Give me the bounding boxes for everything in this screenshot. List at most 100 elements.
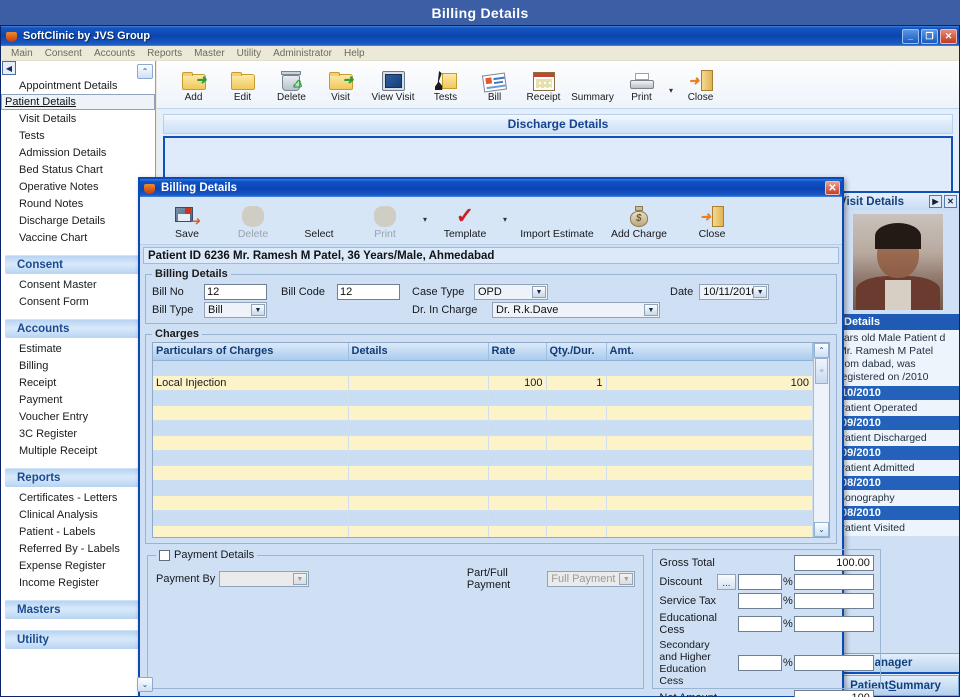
- sidebar-scroll-up-icon[interactable]: ⌃: [137, 64, 153, 79]
- toolbar-view-visit-button[interactable]: View Visit: [365, 64, 421, 103]
- menu-utility[interactable]: Utility: [231, 48, 267, 59]
- sidebar-item-round-notes[interactable]: Round Notes: [1, 195, 155, 212]
- import-estimate-button[interactable]: Import Estimate: [512, 199, 602, 240]
- toolbar-edit-button[interactable]: Edit: [218, 64, 267, 103]
- table-row[interactable]: [153, 405, 813, 420]
- secondary-cess-amount-input[interactable]: [794, 655, 874, 671]
- toolbar-visit-button[interactable]: ➜ Visit: [316, 64, 365, 103]
- charges-vertical-scrollbar[interactable]: ⌃ ≡ ⌄: [813, 343, 829, 537]
- table-row[interactable]: [153, 465, 813, 480]
- restore-button[interactable]: ❐: [921, 29, 938, 44]
- dialog-close-button[interactable]: ✕: [825, 181, 840, 195]
- bill-type-select[interactable]: Bill ▼: [204, 302, 267, 318]
- menu-help[interactable]: Help: [338, 48, 371, 59]
- column-header-amt[interactable]: Amt.: [606, 343, 813, 360]
- sidebar-item-estimate[interactable]: Estimate: [1, 340, 155, 357]
- sidebar-group-utility[interactable]: Utility: [5, 630, 151, 649]
- toolbar-bill-button[interactable]: Bill: [470, 64, 519, 103]
- column-header-qty-dur[interactable]: Qty./Dur.: [546, 343, 606, 360]
- menu-master[interactable]: Master: [188, 48, 231, 59]
- sidebar-item-consent-form[interactable]: Consent Form: [1, 293, 155, 310]
- chevron-down-icon[interactable]: ▼: [753, 286, 767, 298]
- add-charge-button[interactable]: $ Add Charge: [602, 199, 676, 240]
- table-row[interactable]: [153, 510, 813, 525]
- select-button[interactable]: Select: [286, 199, 352, 240]
- sidebar-scroll-down-icon[interactable]: ⌄: [137, 677, 153, 692]
- menu-reports[interactable]: Reports: [141, 48, 188, 59]
- visit-entry-event[interactable]: Sonography: [836, 490, 959, 506]
- column-header-rate[interactable]: Rate: [488, 343, 546, 360]
- case-type-select[interactable]: OPD ▼: [474, 284, 548, 300]
- toolbar-print-button[interactable]: Print: [617, 64, 666, 103]
- print-dropdown-icon[interactable]: ▾: [418, 199, 432, 224]
- service-tax-amount-input[interactable]: [794, 593, 874, 609]
- sidebar-item-receipt[interactable]: Receipt: [1, 374, 155, 391]
- toolbar-print-dropdown-icon[interactable]: ▾: [666, 64, 676, 104]
- chevron-down-icon[interactable]: ▼: [293, 573, 307, 585]
- sidebar-item-patient-details[interactable]: Patient Details: [1, 94, 155, 110]
- visit-entry-event[interactable]: Patient Admitted: [836, 460, 959, 476]
- table-row[interactable]: [153, 525, 813, 538]
- sidebar-item-clinical-analysis[interactable]: Clinical Analysis: [1, 506, 155, 523]
- sidebar-item-payment[interactable]: Payment: [1, 391, 155, 408]
- part-full-payment-select[interactable]: Full Payment ▼: [547, 571, 635, 587]
- chevron-down-icon[interactable]: ▼: [644, 304, 658, 316]
- save-button[interactable]: ➜ Save: [154, 199, 220, 240]
- visit-entry-event[interactable]: Patient Operated: [836, 400, 959, 416]
- sidebar-item-appointment-details[interactable]: Appointment Details: [1, 77, 155, 94]
- payment-by-select[interactable]: ▼: [219, 571, 309, 587]
- sidebar-item-visit-details[interactable]: Visit Details: [1, 110, 155, 127]
- menu-accounts[interactable]: Accounts: [88, 48, 141, 59]
- sidebar-item-expense-register[interactable]: Expense Register: [1, 557, 155, 574]
- discount-picker-button[interactable]: ...: [717, 574, 736, 590]
- toolbar-delete-button[interactable]: ♺ Delete: [267, 64, 316, 103]
- dr-in-charge-select[interactable]: Dr. R.k.Dave ▼: [492, 302, 660, 318]
- sidebar-item-bed-status-chart[interactable]: Bed Status Chart: [1, 161, 155, 178]
- chevron-down-icon[interactable]: ▼: [619, 573, 633, 585]
- sidebar-group-reports[interactable]: Reports: [5, 468, 151, 487]
- sidebar-item-consent-master[interactable]: Consent Master: [1, 276, 155, 293]
- toolbar-close-button[interactable]: ➜ Close: [676, 64, 725, 103]
- minimize-button[interactable]: _: [902, 29, 919, 44]
- discount-percent-input[interactable]: [738, 574, 782, 590]
- bill-code-input[interactable]: [337, 284, 400, 300]
- scroll-thumb[interactable]: ≡: [815, 358, 828, 384]
- sidebar-item-admission-details[interactable]: Admission Details: [1, 144, 155, 161]
- table-row[interactable]: [153, 450, 813, 465]
- bill-no-input[interactable]: [204, 284, 267, 300]
- table-row[interactable]: [153, 360, 813, 375]
- educational-cess-percent-input[interactable]: [738, 616, 782, 632]
- template-button[interactable]: ✓ Template: [432, 199, 498, 240]
- toolbar-summary-button[interactable]: Summary: [568, 64, 617, 103]
- chevron-down-icon[interactable]: ▼: [251, 304, 265, 316]
- chevron-down-icon[interactable]: ▼: [532, 286, 546, 298]
- visit-entry-event[interactable]: Patient Discharged: [836, 430, 959, 446]
- service-tax-percent-input[interactable]: [738, 593, 782, 609]
- sidebar-group-masters[interactable]: Masters: [5, 600, 151, 619]
- scroll-track[interactable]: [814, 384, 829, 522]
- sidebar-group-consent[interactable]: Consent: [5, 255, 151, 274]
- print-button[interactable]: Print: [352, 199, 418, 240]
- column-header-particulars[interactable]: Particulars of Charges: [153, 343, 348, 360]
- template-dropdown-icon[interactable]: ▾: [498, 199, 512, 224]
- table-row[interactable]: [153, 495, 813, 510]
- column-header-details[interactable]: Details: [348, 343, 488, 360]
- educational-cess-amount-input[interactable]: [794, 616, 874, 632]
- table-row[interactable]: [153, 420, 813, 435]
- visit-entry-event[interactable]: Patient Visited: [836, 520, 959, 536]
- visit-panel-close-icon[interactable]: ✕: [944, 195, 957, 208]
- toolbar-receipt-button[interactable]: Receipt: [519, 64, 568, 103]
- sidebar-item-discharge-details[interactable]: Discharge Details: [1, 212, 155, 229]
- secondary-cess-percent-input[interactable]: [738, 655, 782, 671]
- table-row[interactable]: [153, 480, 813, 495]
- sidebar-item-billing[interactable]: Billing: [1, 357, 155, 374]
- payment-details-checkbox[interactable]: [159, 550, 170, 561]
- close-button[interactable]: ✕: [940, 29, 957, 44]
- sidebar-item-referred-by-labels[interactable]: Referred By - Labels: [1, 540, 155, 557]
- table-row[interactable]: Local Injection 100 1 100: [153, 375, 813, 390]
- scroll-up-icon[interactable]: ⌃: [814, 343, 829, 358]
- sidebar-item-multiple-receipt[interactable]: Multiple Receipt: [1, 442, 155, 459]
- date-picker[interactable]: 10/11/2010 ▼: [699, 284, 769, 300]
- sidebar-item-tests[interactable]: Tests: [1, 127, 155, 144]
- table-row[interactable]: [153, 390, 813, 405]
